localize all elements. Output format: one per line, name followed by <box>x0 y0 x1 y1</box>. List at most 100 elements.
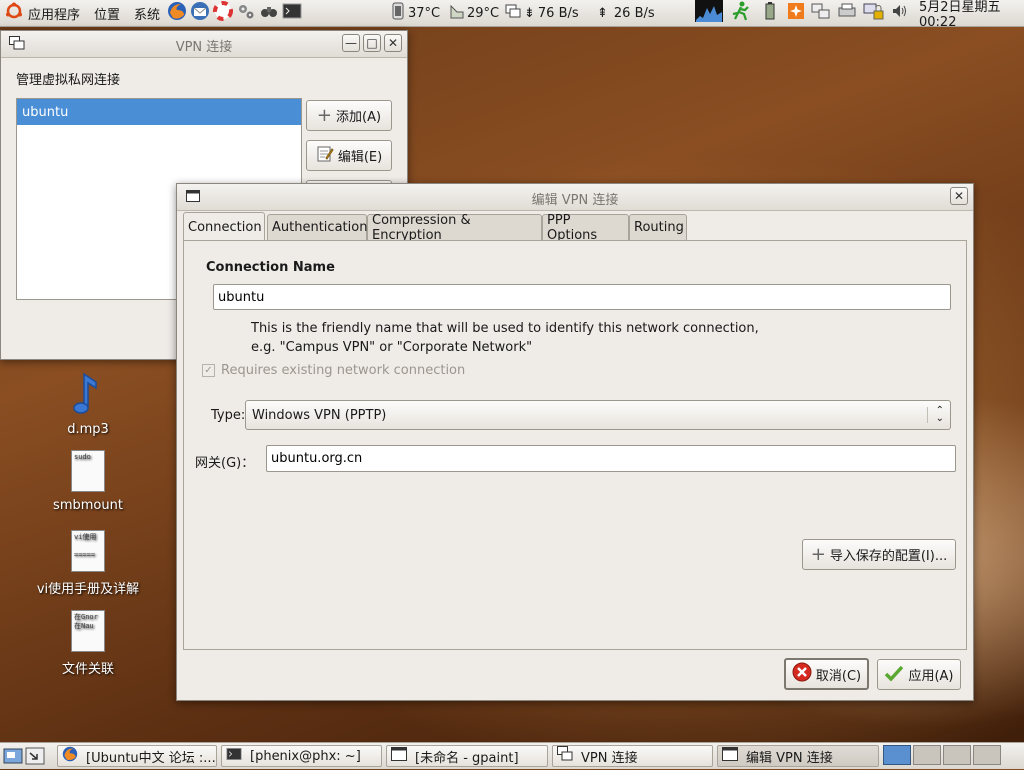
maximize-button[interactable]: □ <box>363 34 381 52</box>
task-firefox[interactable]: [Ubuntu中文 论坛 :... <box>57 745 217 767</box>
desktop-icon-file-assoc[interactable]: 在Gnor 在Nau 文件关联 <box>18 610 158 677</box>
connection-name-input[interactable] <box>213 284 951 310</box>
vpn-lock-icon[interactable] <box>863 1 885 25</box>
import-config-button[interactable]: + 导入保存的配置(I)... <box>802 539 956 570</box>
task-label: VPN 连接 <box>581 750 638 766</box>
task-gpaint[interactable]: [未命名 - gpaint] <box>386 745 548 767</box>
tab-bar: Connection Authentication Compression & … <box>183 212 973 243</box>
type-select[interactable]: Windows VPN (PPTP) ⌃ ⌄ <box>245 400 951 430</box>
task-vpn-connections[interactable]: VPN 连接 <box>552 745 713 767</box>
show-desktop-icon[interactable] <box>3 746 23 770</box>
task-edit-vpn[interactable]: 编辑 VPN 连接 <box>717 745 879 767</box>
bottom-panel: [Ubuntu中文 论坛 :... [phenix@phx: ~] [未命名 -… <box>0 742 1024 769</box>
gateway-input[interactable] <box>266 445 956 472</box>
tab-routing[interactable]: Routing <box>629 214 687 240</box>
places-menu[interactable]: 位置 <box>89 1 125 25</box>
workspace-switcher <box>883 745 1001 765</box>
update-notifier-icon[interactable] <box>787 2 805 24</box>
tab-label: Routing <box>634 220 684 235</box>
printer-icon[interactable] <box>837 2 857 24</box>
window-icon <box>722 747 738 765</box>
terminal-icon <box>226 746 242 766</box>
arrow-up-icon: ⇞ <box>597 5 608 21</box>
connection-name-help: This is the friendly name that will be u… <box>251 319 759 357</box>
updown-chevron-icon: ⌃ ⌄ <box>926 406 944 424</box>
apply-button[interactable]: 应用(A) <box>877 659 961 690</box>
tab-connection[interactable]: Connection <box>183 212 265 242</box>
network-icon <box>557 746 573 766</box>
settings-gears-icon[interactable] <box>236 1 256 25</box>
gateway-label: 网关(G)： <box>195 456 255 471</box>
import-button-label: 导入保存的配置(I)... <box>829 549 948 564</box>
desktop-icon-smbmount[interactable]: sudo smbmount <box>18 450 158 513</box>
close-button[interactable]: ✕ <box>950 187 968 205</box>
running-man-icon[interactable] <box>729 0 751 26</box>
edit-dialog-titlebar[interactable]: 编辑 VPN 连接 ✕ <box>177 184 973 211</box>
close-button[interactable]: ✕ <box>384 34 402 52</box>
task-label: [Ubuntu中文 论坛 :... <box>86 750 216 766</box>
system-tray: 5月2日星期五 00:22 <box>690 0 1024 30</box>
text-file-icon: sudo <box>71 450 105 492</box>
close-icon: ✕ <box>953 189 965 203</box>
net-down-value: 76 B/s <box>537 5 579 21</box>
requires-network-label: Requires existing network connection <box>221 363 466 378</box>
network-manager-icon[interactable] <box>811 2 831 24</box>
minimize-button[interactable]: — <box>342 34 360 52</box>
cpu-temp-value: 37°C <box>408 5 441 21</box>
help-icon[interactable] <box>213 1 234 25</box>
task-label: [未命名 - gpaint] <box>415 750 519 766</box>
clock[interactable]: 5月2日星期五 00:22 <box>919 0 1019 30</box>
battery-icon[interactable] <box>765 2 775 24</box>
vpn-window-titlebar[interactable]: VPN 连接 — □ ✕ <box>1 31 407 58</box>
desktop-icon-mp3[interactable]: d.mp3 <box>18 368 158 437</box>
window-controls: — □ ✕ <box>342 34 402 52</box>
edit-button-label: 编辑(E) <box>337 150 383 165</box>
requires-network-checkbox[interactable]: ✓ <box>202 364 215 377</box>
applications-menu[interactable]: 应用程序 <box>0 1 85 25</box>
music-note-icon <box>68 368 108 420</box>
system-monitor-icon[interactable] <box>695 0 723 26</box>
tab-compression-encryption[interactable]: Compression & Encryption <box>367 212 542 243</box>
cancel-button-label: 取消(C) <box>815 668 862 684</box>
window-icon <box>391 747 407 765</box>
help-text-line1: This is the friendly name that will be u… <box>251 321 759 336</box>
tab-label: Compression & Encryption <box>372 212 471 243</box>
volume-icon[interactable] <box>891 2 909 24</box>
tab-label: PPP Options <box>547 212 598 243</box>
tab-page-connection: Connection Name This is the friendly nam… <box>183 240 967 650</box>
network-monitor-icon <box>505 3 521 23</box>
minimize-icon: — <box>345 36 357 50</box>
cancel-button[interactable]: 取消(C) <box>784 658 869 690</box>
firefox-icon[interactable] <box>167 1 187 25</box>
desktop-icon-label: vi使用手册及详解 <box>36 582 140 597</box>
desktop-icon-vi-manual[interactable]: vi使用 ===== vi使用手册及详解 <box>18 530 158 597</box>
edit-dialog-title: 编辑 VPN 连接 <box>531 193 619 208</box>
net-speed-down: ⇟ 76 B/s <box>500 1 584 25</box>
maximize-icon: □ <box>366 36 378 50</box>
add-button[interactable]: + 添加(A) <box>306 100 392 131</box>
thermometer-icon <box>391 1 405 25</box>
disk-temp-value: 29°C <box>467 5 500 21</box>
net-up-value: 26 B/s <box>613 5 655 21</box>
menu-places-label: 位置 <box>94 7 121 23</box>
terminal-icon[interactable] <box>282 1 302 25</box>
system-menu[interactable]: 系统 <box>129 1 165 25</box>
apply-button-label: 应用(A) <box>908 669 954 684</box>
launcher-group <box>165 1 304 25</box>
binoculars-icon[interactable] <box>259 1 279 25</box>
desktop-icon-label: 文件关联 <box>61 662 114 677</box>
workspace-2[interactable] <box>913 745 941 765</box>
tab-authentication[interactable]: Authentication <box>267 214 367 240</box>
thunderbird-icon[interactable] <box>190 1 210 25</box>
task-terminal[interactable]: [phenix@phx: ~] <box>221 745 382 767</box>
type-label: Type: <box>211 408 246 423</box>
tab-ppp-options[interactable]: PPP Options <box>542 212 629 243</box>
workspace-3[interactable] <box>943 745 971 765</box>
workspace-4[interactable] <box>973 745 1001 765</box>
edit-button[interactable]: 编辑(E) <box>306 140 392 171</box>
requires-network-row: ✓ Requires existing network connection <box>202 363 465 378</box>
connection-list-item[interactable]: ubuntu <box>17 99 301 125</box>
menu-system-label: 系统 <box>134 7 161 23</box>
workspace-1[interactable] <box>883 745 911 765</box>
window-list-icon[interactable] <box>25 746 45 770</box>
